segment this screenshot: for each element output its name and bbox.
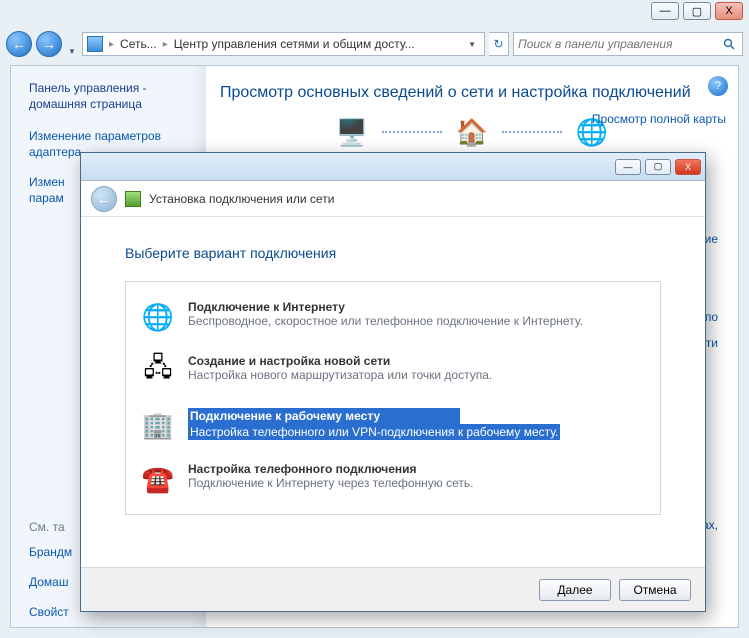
- nav-history-dropdown[interactable]: ▼: [66, 32, 78, 56]
- view-full-map-link[interactable]: Просмотр полной карты: [592, 112, 726, 126]
- option-title: Настройка телефонного подключения: [188, 462, 474, 476]
- option-connect-workplace[interactable]: 🏢 Подключение к рабочему месту Настройка…: [126, 398, 660, 452]
- workplace-icon: 🏢: [140, 408, 176, 442]
- address-bar[interactable]: ▸ Сеть... ▸ Центр управления сетями и об…: [82, 32, 485, 56]
- maximize-button[interactable]: ▢: [683, 2, 711, 20]
- computer-icon: 🖥️: [332, 116, 372, 148]
- wizard-minimize-button[interactable]: —: [615, 159, 641, 175]
- forward-button[interactable]: →: [36, 31, 62, 57]
- option-title: Подключение к Интернету: [188, 300, 583, 314]
- globe-arrow-icon: 🌐: [140, 300, 176, 334]
- wizard-heading: Выберите вариант подключения: [125, 245, 661, 261]
- wizard-header: ← Установка подключения или сети: [81, 181, 705, 217]
- option-dialup[interactable]: ☎️ Настройка телефонного подключения Под…: [126, 452, 660, 506]
- wizard-title: Установка подключения или сети: [149, 192, 334, 206]
- search-box[interactable]: [513, 32, 743, 56]
- minimize-button[interactable]: —: [651, 2, 679, 20]
- house-icon: 🏠: [452, 116, 492, 148]
- sidebar-link-part: Измен: [29, 175, 65, 189]
- toolbar: ← → ▼ ▸ Сеть... ▸ Центр управления сетям…: [6, 28, 743, 60]
- sidebar-link-part: парам: [29, 191, 64, 205]
- diagram-connector: [382, 131, 442, 133]
- page-title: Просмотр основных сведений о сети и наст…: [220, 84, 724, 102]
- phone-icon: ☎️: [140, 462, 176, 496]
- breadcrumb-sep-icon: ▸: [109, 39, 114, 50]
- option-title: Создание и настройка новой сети: [188, 354, 492, 368]
- address-dropdown-icon[interactable]: ▼: [464, 40, 480, 49]
- diagram-connector: [502, 131, 562, 133]
- window-title-buttons: — ▢ X: [645, 0, 749, 22]
- option-desc: Настройка телефонного или VPN-подключени…: [188, 424, 560, 440]
- wizard-maximize-button[interactable]: ▢: [645, 159, 671, 175]
- refresh-button[interactable]: ↻: [489, 32, 509, 56]
- option-title: Подключение к рабочему месту: [188, 408, 460, 424]
- wizard-close-button[interactable]: X: [675, 159, 701, 175]
- network-icon: [87, 36, 103, 52]
- option-setup-network[interactable]: 🖧 Создание и настройка новой сети Настро…: [126, 344, 660, 398]
- help-icon[interactable]: ?: [708, 76, 728, 96]
- next-button[interactable]: Далее: [539, 579, 611, 601]
- search-input[interactable]: [518, 37, 720, 51]
- network-setup-icon: [125, 191, 141, 207]
- back-button[interactable]: ←: [6, 31, 32, 57]
- option-connect-internet[interactable]: 🌐 Подключение к Интернету Беспроводное, …: [126, 290, 660, 344]
- option-desc: Настройка нового маршрутизатора или точк…: [188, 368, 492, 382]
- option-desc: Подключение к Интернету через телефонную…: [188, 476, 474, 490]
- wizard-titlebar: — ▢ X: [81, 153, 705, 181]
- breadcrumb-sep-icon: ▸: [163, 39, 168, 50]
- wizard-body: Выберите вариант подключения 🌐 Подключен…: [81, 217, 705, 525]
- option-desc: Беспроводное, скоростное или телефонное …: [188, 314, 583, 328]
- wizard-back-button[interactable]: ←: [91, 186, 117, 212]
- breadcrumb-2[interactable]: Центр управления сетями и общим досту...: [174, 37, 415, 51]
- search-icon[interactable]: [720, 35, 738, 53]
- close-button[interactable]: X: [715, 2, 743, 20]
- wizard-options-list: 🌐 Подключение к Интернету Беспроводное, …: [125, 281, 661, 515]
- wizard-footer: Далее Отмена: [81, 567, 705, 611]
- cancel-button[interactable]: Отмена: [619, 579, 691, 601]
- sidebar-home-link[interactable]: Панель управления - домашняя страница: [29, 80, 196, 112]
- breadcrumb-1[interactable]: Сеть...: [120, 37, 157, 51]
- router-icon: 🖧: [140, 354, 176, 388]
- connection-wizard-dialog: — ▢ X ← Установка подключения или сети В…: [80, 152, 706, 612]
